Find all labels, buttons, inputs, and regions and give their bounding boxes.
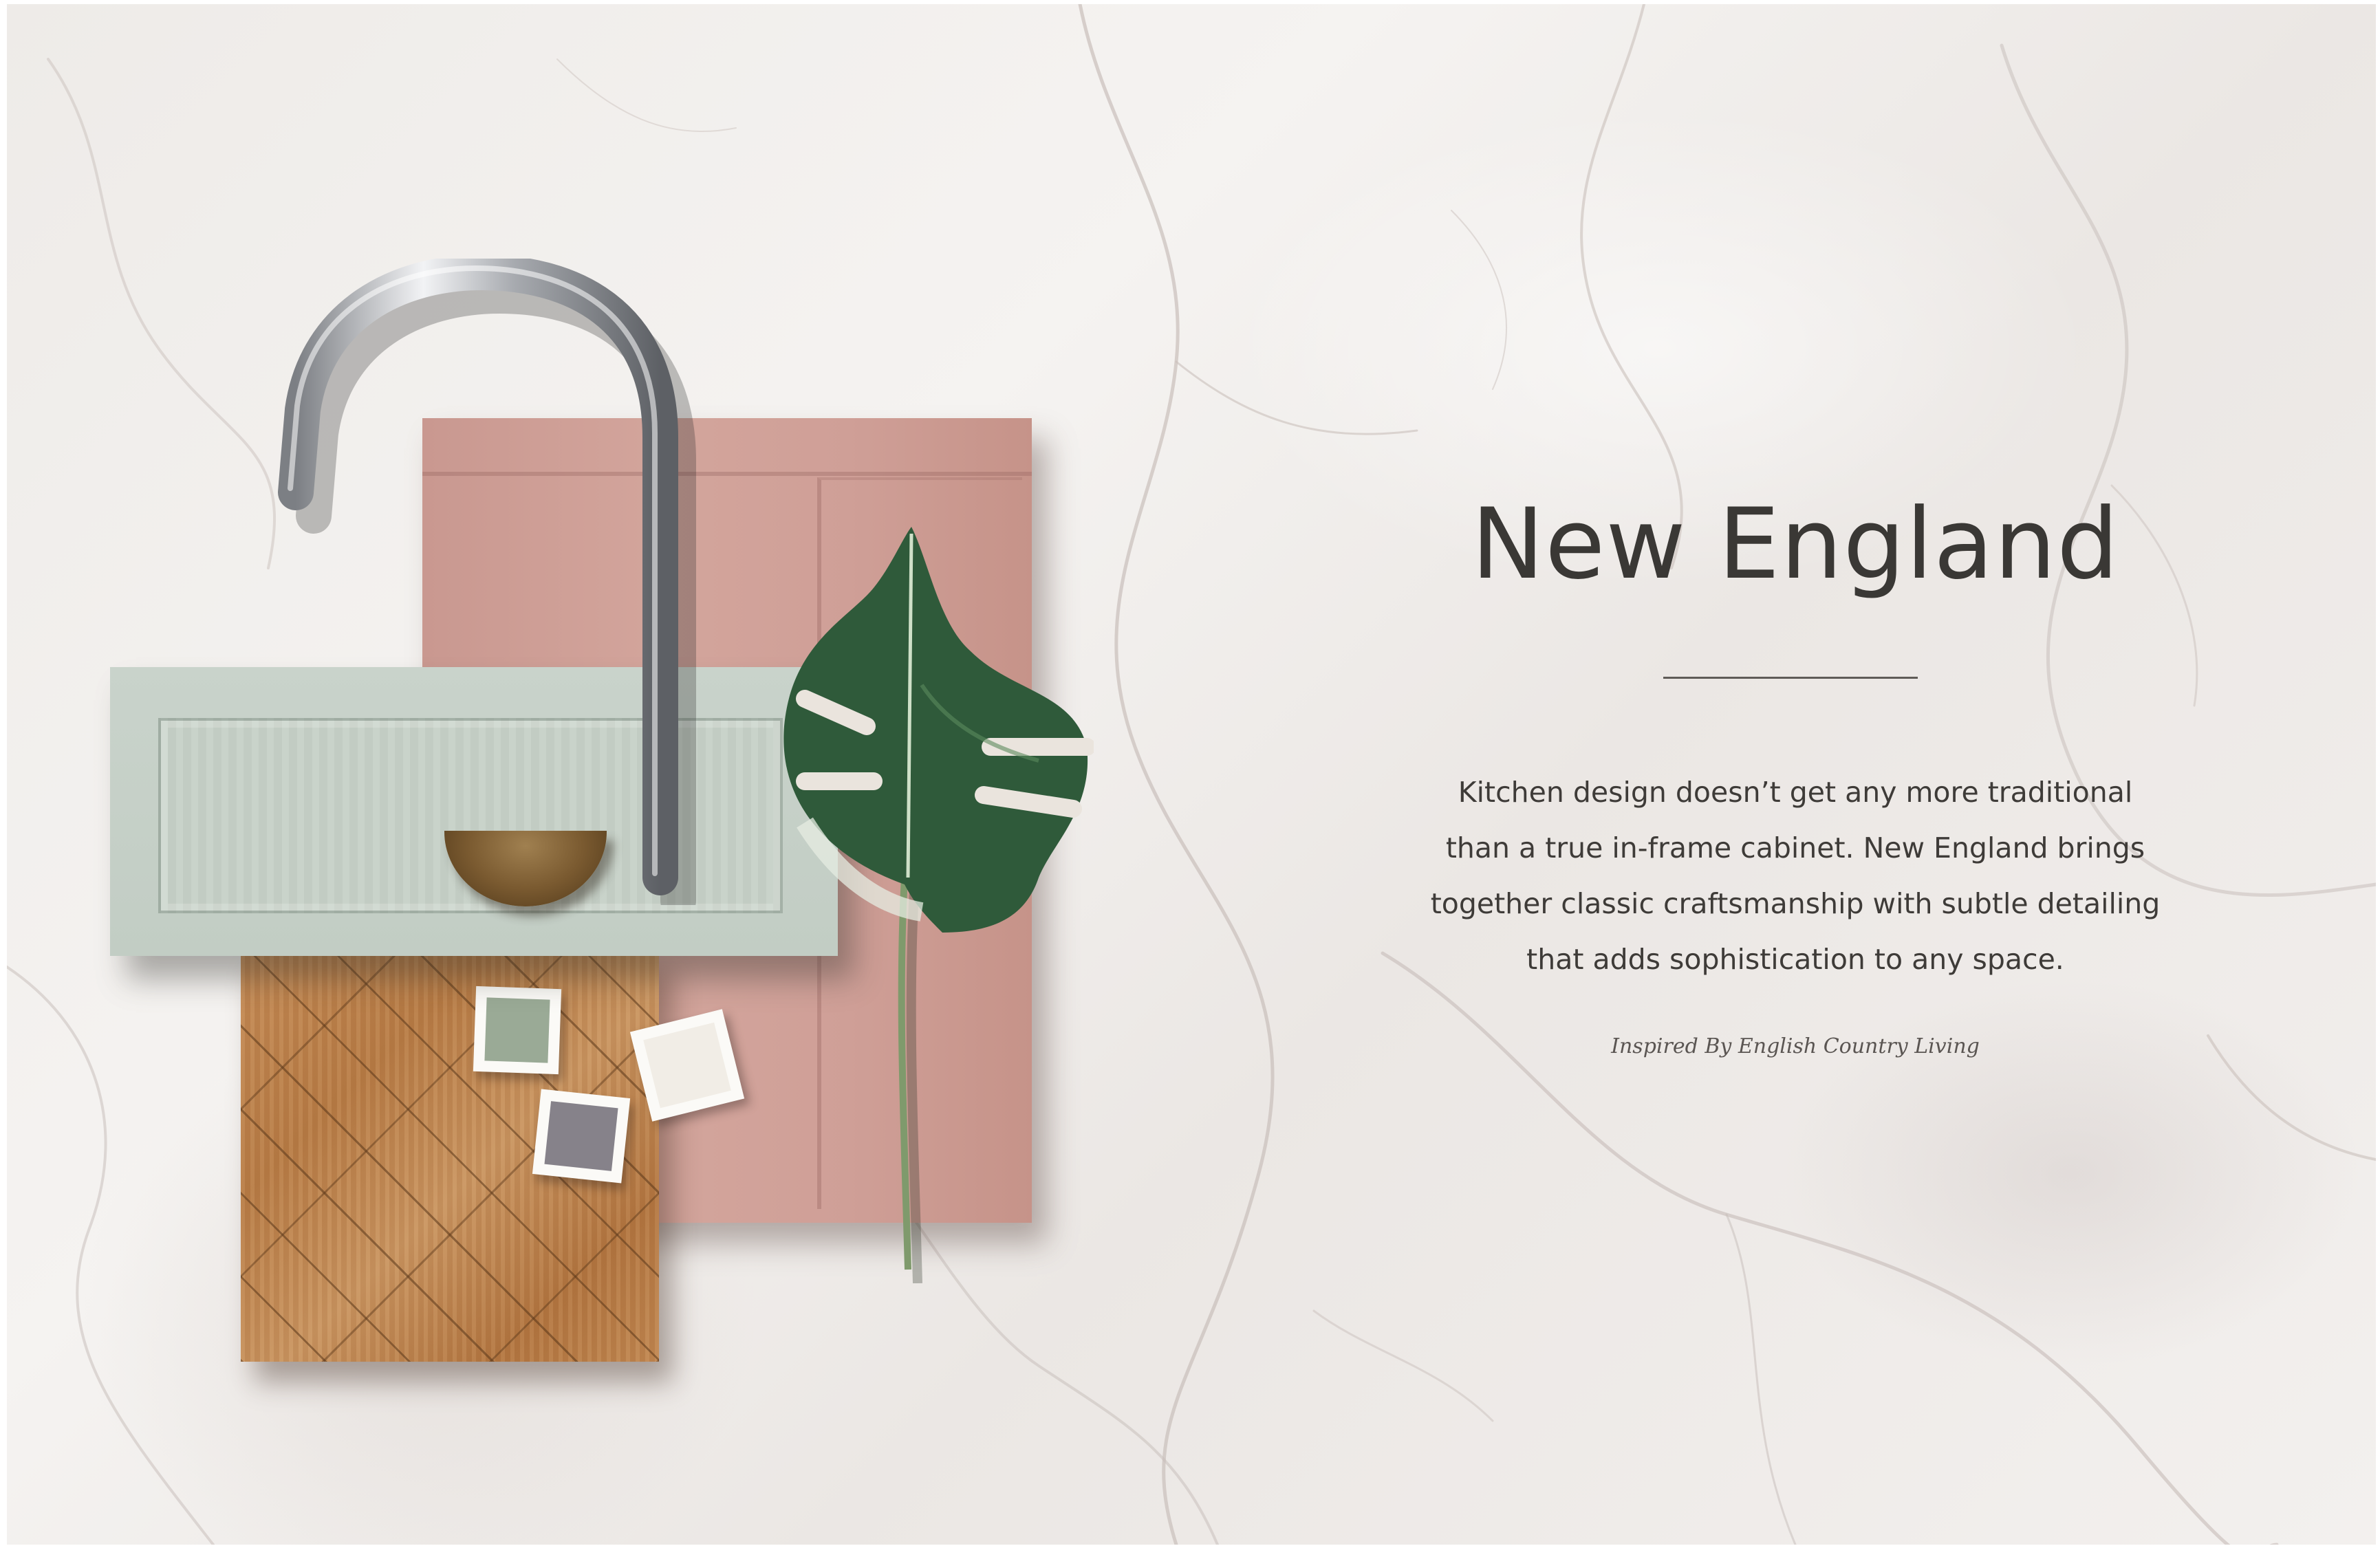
monstera-leaf-icon xyxy=(783,527,1094,1283)
description-line: than a true in-frame cabinet. New Englan… xyxy=(1445,831,2145,864)
description-paragraph: Kitchen design doesn’t get any more trad… xyxy=(1355,765,2236,988)
paint-swatch-green xyxy=(473,986,562,1075)
description-line: Kitchen design doesn’t get any more trad… xyxy=(1458,776,2133,809)
description-line: together classic craftsmanship with subt… xyxy=(1430,887,2161,920)
title-divider xyxy=(1663,677,1918,679)
description-line: that adds sophistication to any space. xyxy=(1526,943,2064,976)
tap-icon xyxy=(278,259,696,905)
page-title: New England xyxy=(1471,488,2120,601)
hero-section: New England Kitchen design doesn’t get a… xyxy=(7,4,2376,1545)
paint-swatch-grey xyxy=(532,1089,631,1184)
tagline: Inspired By English Country Living xyxy=(1611,1034,1980,1058)
